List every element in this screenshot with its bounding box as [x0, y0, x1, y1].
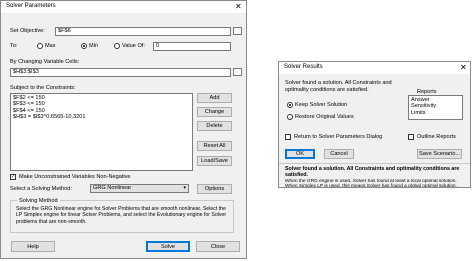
radio-value-of[interactable]	[114, 43, 120, 49]
solver-parameters-title: Solver Parameters	[6, 3, 56, 9]
reset-all-button[interactable]: Reset All	[197, 141, 232, 151]
help-button[interactable]: Help	[11, 241, 55, 252]
constraints-label: Subject to the Constraints:	[10, 85, 76, 91]
objective-input[interactable]: $F$6	[55, 27, 231, 36]
method-label: Select a Solving Method:	[10, 186, 72, 192]
set-objective-label: Set Objective:	[10, 28, 45, 34]
to-label: To:	[10, 43, 18, 49]
solving-method-text: Select the GRG Nonlinear engine for Solv…	[16, 206, 227, 225]
reports-list[interactable]: Answer Sensitivity Limits	[408, 95, 463, 120]
options-button[interactable]: Options	[197, 184, 232, 194]
radio-max-label: Max	[45, 43, 56, 49]
objective-range-picker-icon[interactable]	[233, 27, 242, 35]
solver-results-title: Solver Results	[284, 64, 323, 70]
cancel-button[interactable]: Cancel	[324, 149, 354, 159]
solver-results-dialog: Solver Results ✕ Solver found a solution…	[278, 61, 471, 188]
solver-results-titlebar: Solver Results ✕	[279, 62, 470, 74]
restore-values-radio[interactable]	[287, 114, 293, 120]
radio-max[interactable]	[37, 43, 43, 49]
unconstrained-label: Make Unconstrained Variables Non-Negativ…	[19, 174, 131, 180]
radio-min[interactable]	[81, 43, 87, 49]
changing-cells-input[interactable]: $H$3:$I$3	[10, 68, 231, 77]
constraints-list[interactable]: $F$2 <= 150 $F$3 <= 150 $F$4 <= 150 $H$3…	[10, 93, 193, 171]
save-scenario-button[interactable]: Save Scenario...	[417, 149, 462, 159]
results-divider	[279, 163, 470, 164]
load-save-button[interactable]: Load/Save	[197, 156, 232, 166]
outline-reports-label: Outline Reports	[417, 134, 456, 140]
solver-parameters-dialog: Solver Parameters ✕ Set Objective: $F$6 …	[0, 0, 247, 259]
close-button[interactable]: Close	[196, 241, 240, 252]
method-select-value: GRG Nonlinear	[93, 185, 132, 191]
return-dialog-checkbox[interactable]	[285, 134, 291, 140]
results-bold-message: Solver found a solution. All Constraints…	[285, 166, 460, 179]
solve-button[interactable]: Solve	[146, 241, 190, 252]
results-info-text: When the GRG engine is used, Solver has …	[285, 179, 457, 187]
method-select[interactable]: GRG Nonlinear ▾	[90, 184, 189, 193]
restore-values-label: Restore Original Values	[295, 114, 354, 120]
close-icon[interactable]: ✕	[235, 2, 242, 11]
chevron-down-icon: ▾	[183, 185, 186, 191]
outline-reports-checkbox[interactable]	[408, 134, 414, 140]
changing-cells-range-picker-icon[interactable]	[233, 68, 242, 76]
delete-button[interactable]: Delete	[197, 121, 232, 131]
add-button[interactable]: Add	[197, 93, 232, 103]
results-message: Solver found a solution. All Constraints…	[285, 80, 392, 93]
report-item[interactable]: Limits	[409, 110, 462, 116]
change-button[interactable]: Change	[197, 107, 232, 117]
unconstrained-checkbox[interactable]: ✓	[10, 174, 16, 180]
radio-value-of-label: Value Of:	[122, 43, 145, 49]
ok-button[interactable]: OK	[285, 149, 315, 159]
value-of-input[interactable]: 0	[153, 42, 231, 51]
radio-min-label: Min	[89, 43, 99, 49]
keep-solution-radio[interactable]	[287, 102, 293, 108]
solving-method-header: Solving Method	[17, 198, 60, 204]
constraint-item[interactable]: $H$3 = $I$3^0.6565-10.3201	[11, 114, 192, 120]
close-icon[interactable]: ✕	[460, 63, 467, 72]
return-dialog-label: Return to Solver Parameters Dialog	[294, 134, 383, 140]
changing-cells-label: By Changing Variable Cells:	[10, 59, 80, 65]
keep-solution-label: Keep Solver Solution	[295, 102, 348, 108]
solver-parameters-titlebar: Solver Parameters ✕	[1, 1, 246, 13]
